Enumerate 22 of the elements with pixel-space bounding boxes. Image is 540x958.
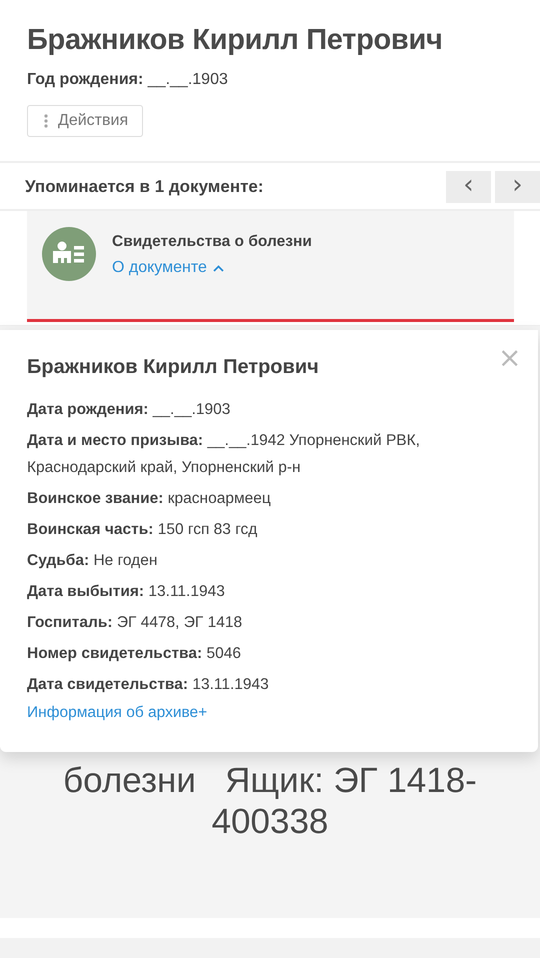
archive-info-link[interactable]: Информация об архиве+ bbox=[27, 704, 208, 722]
popup-name: Бражников Кирилл Петрович bbox=[27, 356, 320, 379]
detail-field: Дата выбытия: 13.11.1943 bbox=[27, 578, 511, 605]
actions-button[interactable]: Действия bbox=[27, 105, 144, 137]
more-icon bbox=[44, 114, 48, 128]
mentions-heading: Упоминается в 1 документе: bbox=[25, 177, 265, 197]
detail-field: Воинское звание: красноармеец bbox=[27, 485, 511, 512]
next-button[interactable]: › bbox=[495, 171, 540, 203]
detail-field: Номер свидетельства: 5046 bbox=[27, 640, 511, 667]
birth-year: Год рождения: __.__.1903 bbox=[27, 71, 229, 89]
about-document-link[interactable]: О документе bbox=[112, 259, 224, 277]
detail-field: Судьба: Не годен bbox=[27, 547, 511, 574]
document-caption: 400338 bbox=[212, 801, 328, 842]
detail-field: Воинская часть: 150 гсп 83 гсд bbox=[27, 516, 511, 543]
detail-field: Дата свидетельства: 13.11.1943 bbox=[27, 671, 511, 698]
previous-button[interactable]: ‹ bbox=[446, 171, 491, 203]
detail-field: Госпиталь: ЭГ 4478, ЭГ 1418 bbox=[27, 609, 511, 636]
document-title: Свидетельства о болезни bbox=[112, 233, 312, 251]
detail-field: Дата рождения: __.__.1903 bbox=[27, 396, 511, 423]
person-name: Бражников Кирилл Петрович bbox=[27, 24, 444, 57]
document-caption: болезни Ящик: ЭГ 1418- bbox=[63, 760, 477, 801]
document-type-icon bbox=[42, 227, 96, 281]
